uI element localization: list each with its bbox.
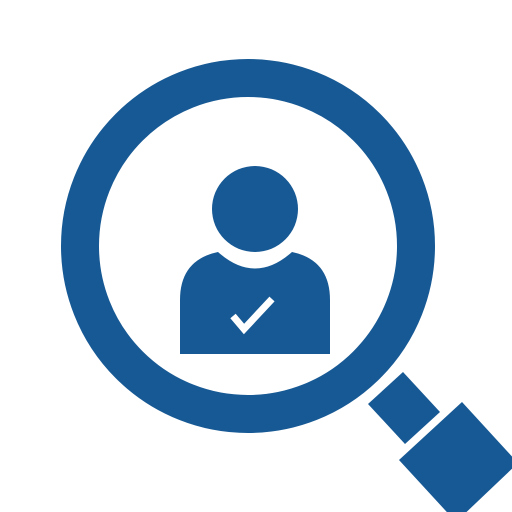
user-search-icon — [61, 59, 512, 512]
magnifying-glass-handle-icon — [368, 372, 512, 512]
person-icon — [180, 166, 330, 354]
app-icon-canvas — [0, 0, 512, 512]
